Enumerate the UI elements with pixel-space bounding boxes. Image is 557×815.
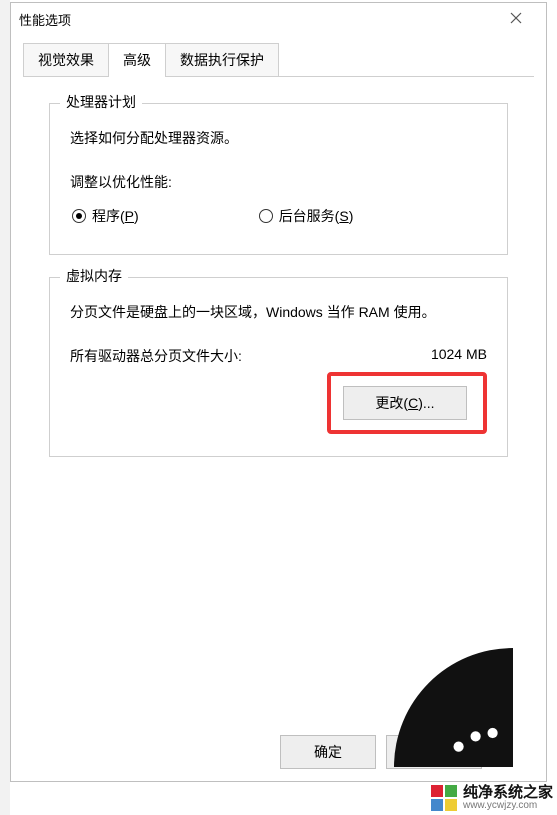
radio-programs-label: 程序(P) — [92, 206, 139, 226]
vm-desc: 分页文件是硬盘上的一块区域，Windows 当作 RAM 使用。 — [70, 302, 487, 322]
tab-row: 视觉效果 高级 数据执行保护 — [23, 43, 534, 77]
group-processor: 处理器计划 选择如何分配处理器资源。 调整以优化性能: 程序(P) 后台服务(S… — [49, 103, 508, 255]
tab-panel-advanced: 处理器计划 选择如何分配处理器资源。 调整以优化性能: 程序(P) 后台服务(S… — [23, 77, 534, 497]
tab-visual-effects[interactable]: 视觉效果 — [23, 43, 109, 76]
tabs-container: 视觉效果 高级 数据执行保护 处理器计划 选择如何分配处理器资源。 调整以优化性… — [23, 43, 534, 497]
radio-icon — [259, 209, 273, 223]
adjust-label: 调整以优化性能: — [70, 172, 487, 192]
paging-size-label: 所有驱动器总分页文件大小: — [70, 346, 242, 366]
close-icon — [510, 12, 522, 27]
change-button[interactable]: 更改(C)... — [343, 386, 467, 420]
watermark-sub: www.ycwjzy.com — [463, 801, 553, 812]
left-background-strip — [0, 0, 10, 815]
paging-size-value: 1024 MB — [431, 346, 487, 366]
window-title: 性能选项 — [19, 10, 71, 29]
watermark-text: 纯净系统之家 www.ycwjzy.com — [463, 785, 553, 811]
group-virtual-memory: 虚拟内存 分页文件是硬盘上的一块区域，Windows 当作 RAM 使用。 所有… — [49, 277, 508, 457]
change-button-highlight: 更改(C)... — [327, 372, 487, 434]
watermark-main: 纯净系统之家 — [463, 785, 553, 801]
group-processor-title: 处理器计划 — [60, 92, 142, 112]
decorative-corner-graphic — [343, 597, 513, 767]
watermark: 纯净系统之家 www.ycwjzy.com — [431, 785, 553, 811]
radio-services[interactable]: 后台服务(S) — [259, 206, 354, 226]
titlebar: 性能选项 — [11, 3, 546, 35]
radio-programs[interactable]: 程序(P) — [72, 206, 139, 226]
watermark-logo-icon — [431, 785, 457, 811]
close-button[interactable] — [494, 5, 538, 33]
group-vm-title: 虚拟内存 — [60, 266, 128, 286]
tab-dep[interactable]: 数据执行保护 — [165, 43, 279, 76]
radio-icon — [72, 209, 86, 223]
tab-advanced[interactable]: 高级 — [108, 43, 166, 76]
radio-services-label: 后台服务(S) — [279, 206, 354, 226]
paging-size-row: 所有驱动器总分页文件大小: 1024 MB — [70, 346, 487, 366]
processor-desc: 选择如何分配处理器资源。 — [70, 128, 487, 148]
radio-group-scheduling: 程序(P) 后台服务(S) — [72, 206, 487, 226]
